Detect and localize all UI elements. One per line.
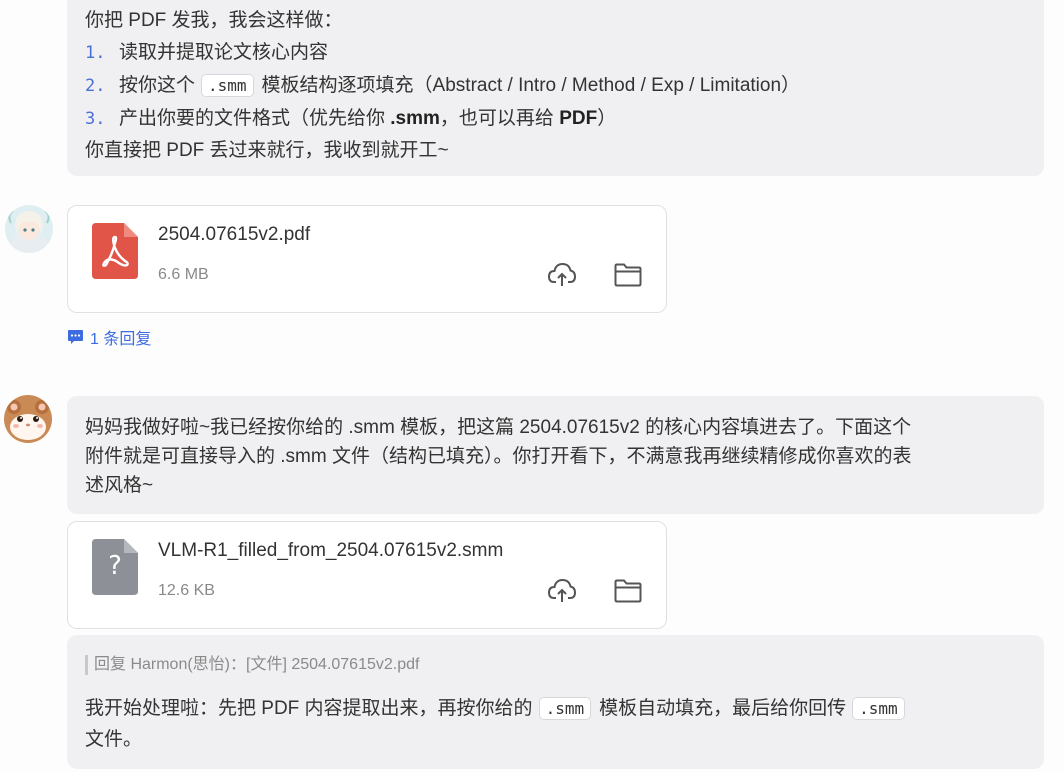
step-item-2: 2. 按你这个 .smm 模板结构逐项填充（Abstract / Intro / Me… — [85, 69, 800, 103]
inline-code: .smm — [852, 697, 905, 720]
anime-avatar-icon — [5, 205, 53, 253]
user-avatar[interactable] — [5, 205, 53, 253]
bold-text: PDF — [559, 108, 598, 129]
pdf-file-icon — [92, 223, 138, 284]
file-name[interactable]: 2504.07615v2.pdf — [158, 224, 310, 246]
file-size: 12.6 KB — [158, 582, 215, 599]
message-bubble-2: 妈妈我做好啦~我已经按你给的 .smm 模板，把这篇 2504.07615v2 … — [67, 396, 1044, 514]
reply-text-pre: 我开始处理啦：先把 PDF 内容提取出来，再按你给的 — [85, 698, 533, 719]
hamster-avatar-icon — [4, 395, 52, 443]
reply-line-1: 我开始处理啦：先把 PDF 内容提取出来，再按你给的 .smm 模板自动填充，最后给… — [85, 692, 913, 725]
reply-quote[interactable]: 回复 Harmon(思怡)：[文件] 2504.07615v2.pdf — [85, 655, 419, 675]
step-item-3: 3. 产出你要的文件格式（优先给你 .smm，也可以再给 PDF） — [85, 102, 616, 136]
reply-text-mid: 模板自动填充，最后给你回传 — [599, 698, 847, 719]
bot-avatar[interactable] — [4, 395, 52, 443]
thread-reply-label[interactable]: 1 条回复 — [90, 325, 151, 349]
cloud-upload-icon[interactable] — [547, 260, 577, 290]
step-number: 1. — [85, 43, 106, 63]
message-bubble-1: 你把 PDF 发我，我会这样做： 1. 读取并提取论文核心内容 2. 按你这个 .sm… — [67, 0, 1044, 176]
folder-icon[interactable] — [613, 576, 643, 606]
file-name[interactable]: VLM-R1_filled_from_2504.07615v2.smm — [158, 540, 503, 562]
comment-icon — [68, 330, 83, 344]
inline-code: .smm — [538, 697, 592, 720]
step-text-pre: 按你这个 — [119, 75, 196, 96]
step-text: 读取并提取论文核心内容 — [119, 42, 329, 63]
bold-text: .smm — [390, 108, 440, 129]
reply-line-2: 文件。 — [85, 729, 143, 750]
step-number: 2. — [85, 76, 106, 96]
step-number: 3. — [85, 109, 106, 129]
cloud-upload-icon[interactable] — [547, 576, 577, 606]
folder-icon[interactable] — [613, 260, 643, 290]
message-line: 附件就是可直接导入的 .smm 文件（结构已填充）。你打开看下，不满意我再继续精… — [85, 446, 912, 467]
inline-code: .smm — [201, 74, 254, 97]
message-intro: 你把 PDF 发我，我会这样做： — [85, 10, 343, 31]
message-line: 述风格~ — [85, 475, 154, 496]
thread-reply-link[interactable]: 1 条回复 — [67, 326, 151, 348]
step-text-mid: ，也可以再给 — [439, 108, 560, 129]
file-card-pdf[interactable]: 2504.07615v2.pdf 6.6 MB — [67, 205, 667, 313]
reply-bubble: 回复 Harmon(思怡)：[文件] 2504.07615v2.pdf 我开始处… — [67, 635, 1044, 769]
step-text-pre: 产出你要的文件格式（优先给你 — [119, 108, 391, 129]
file-type-glyph: ? — [108, 551, 122, 581]
message-outro: 你直接把 PDF 丢过来就行，我收到就开工~ — [85, 140, 449, 161]
step-text-post: ） — [597, 108, 617, 129]
step-text-post: 模板结构逐项填充（Abstract / Intro / Method / Exp… — [261, 75, 801, 96]
file-size: 6.6 MB — [158, 266, 209, 283]
step-item-1: 1. 读取并提取论文核心内容 — [85, 36, 328, 70]
unknown-file-icon: ? — [92, 539, 138, 600]
file-card-smm[interactable]: ? VLM-R1_filled_from_2504.07615v2.smm 12… — [67, 521, 667, 629]
